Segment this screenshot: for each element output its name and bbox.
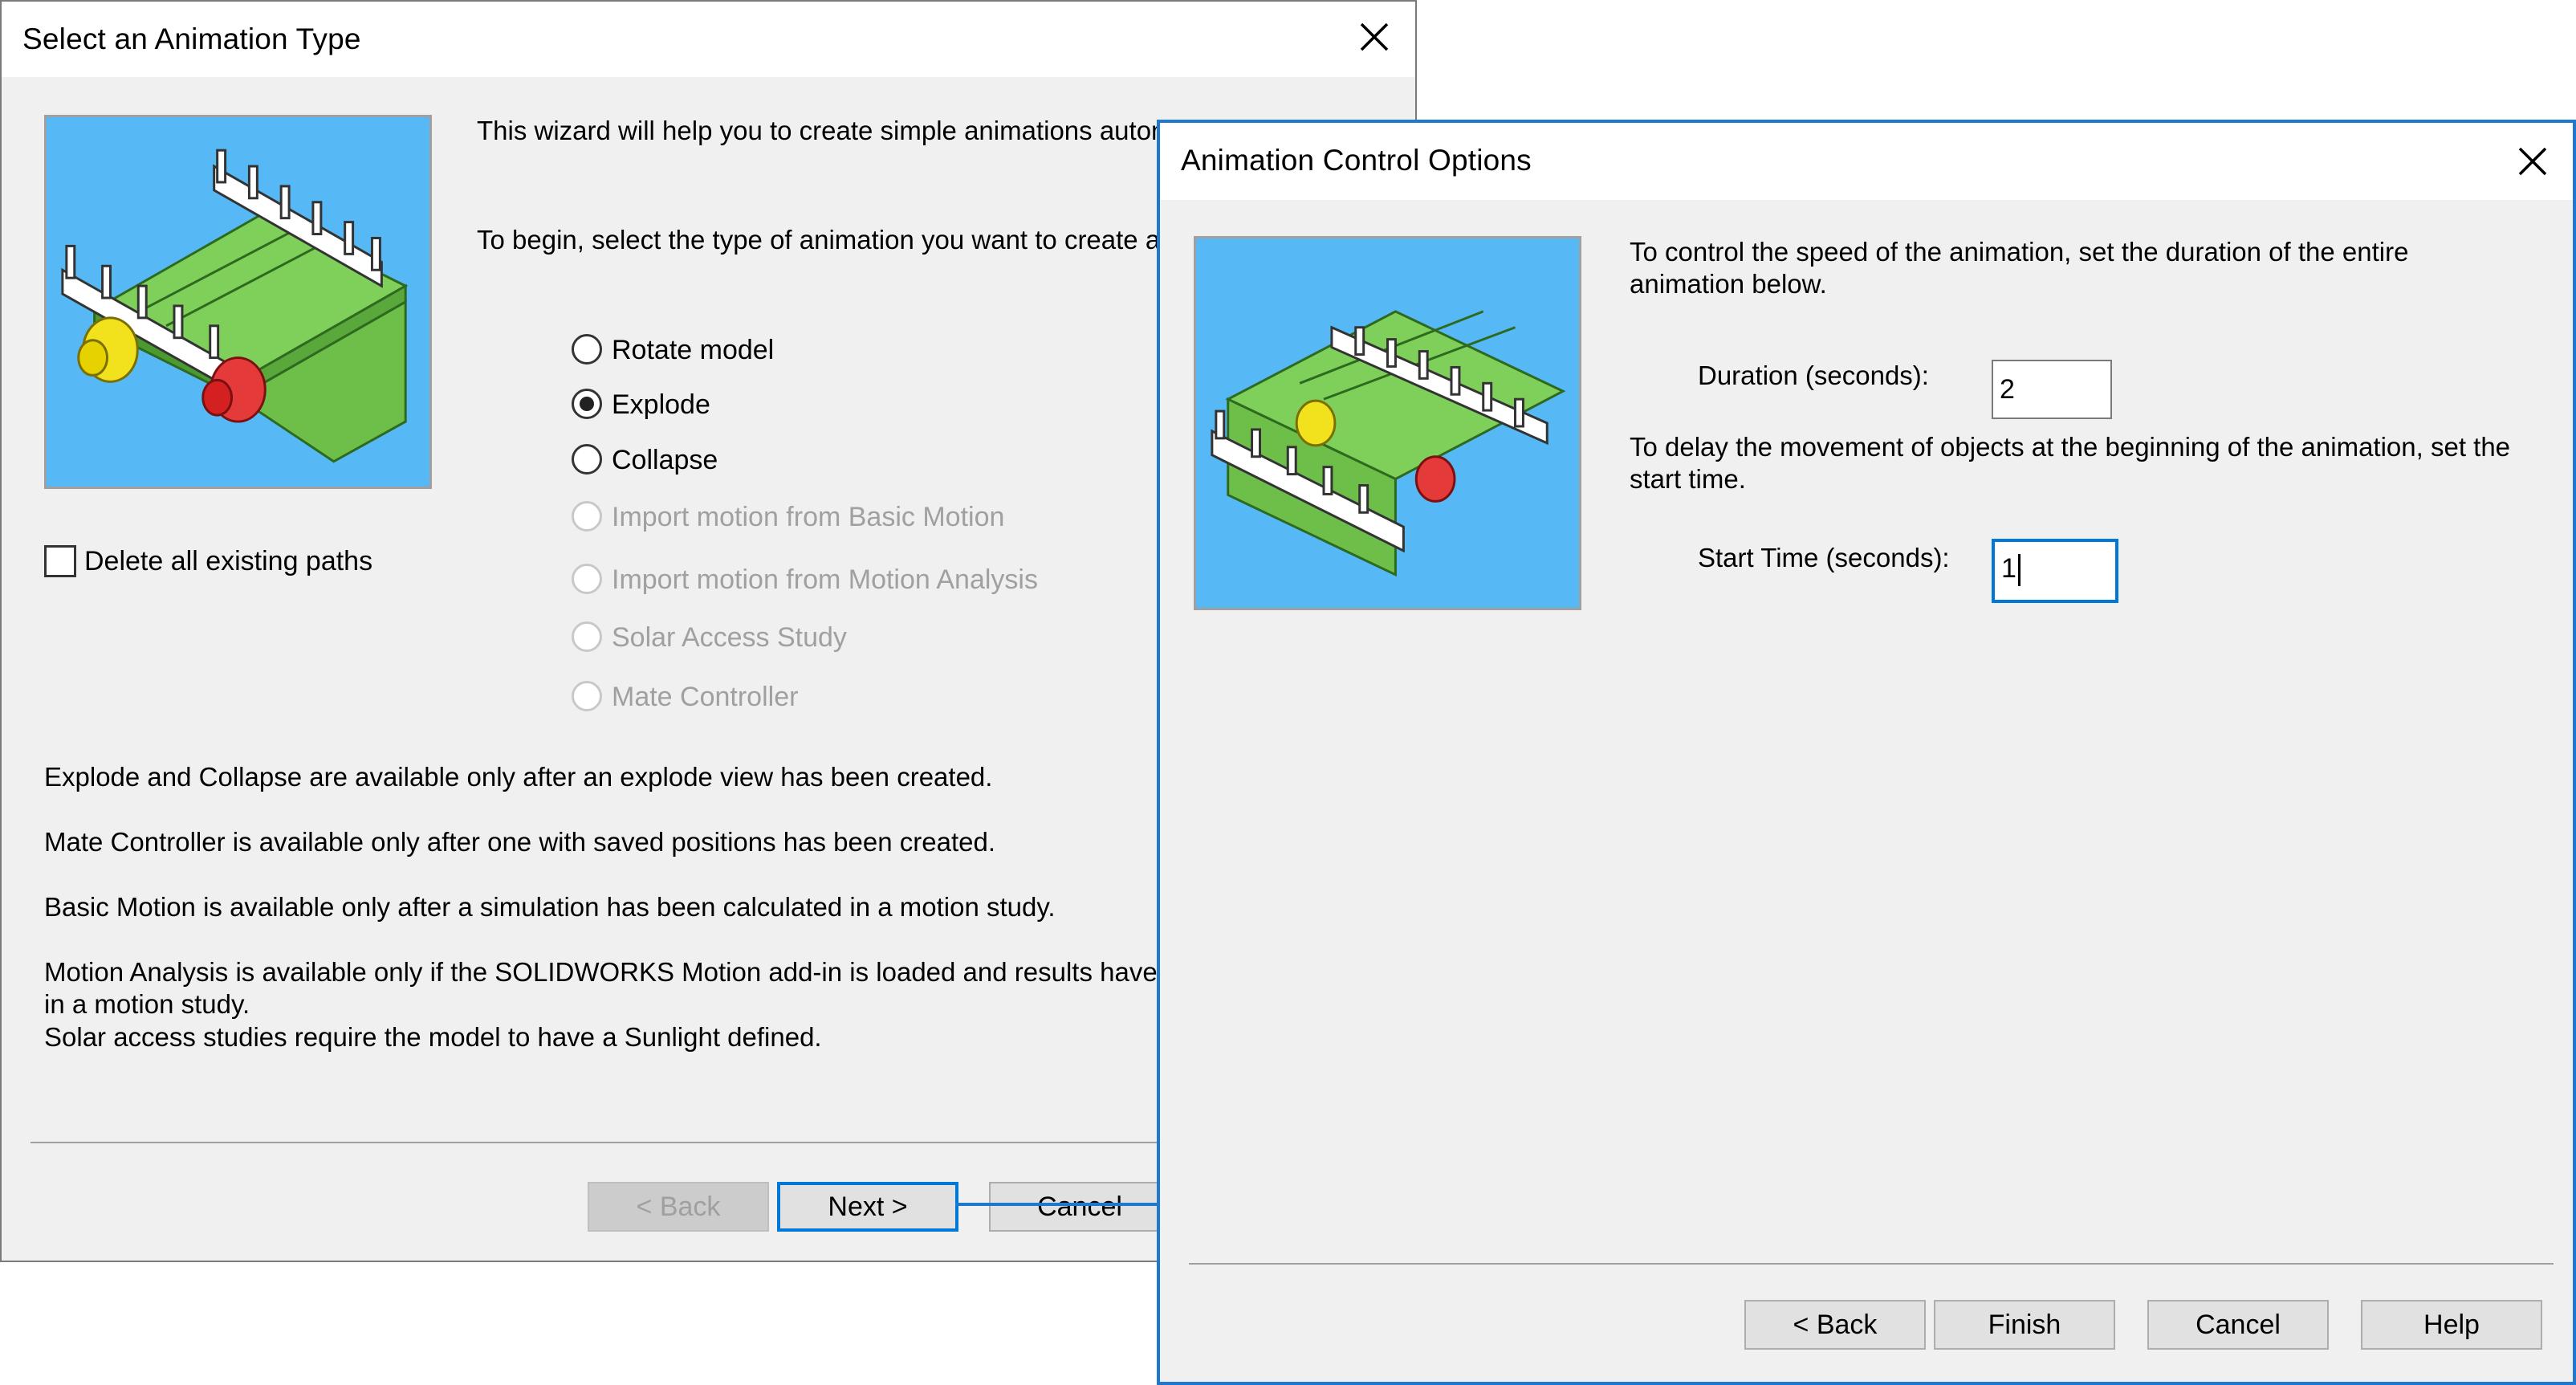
radio-button[interactable] bbox=[572, 444, 602, 475]
assembly-preview-icon bbox=[1194, 236, 1581, 610]
note-motion-analysis: Motion Analysis is available only if the… bbox=[44, 957, 1158, 987]
delay-instruction-text-2: start time. bbox=[1630, 464, 1746, 494]
start-time-field[interactable]: 1 bbox=[1992, 539, 2118, 603]
speed-instruction-text-2: animation below. bbox=[1630, 269, 1827, 299]
duration-label: Duration (seconds): bbox=[1698, 361, 1929, 390]
radio-label: Explode bbox=[612, 389, 710, 420]
delay-instruction-text: To delay the movement of objects at the … bbox=[1630, 432, 2511, 462]
callout-connector bbox=[955, 1203, 1160, 1206]
radio-label: Solar Access Study bbox=[612, 622, 847, 653]
dialog-title: Select an Animation Type bbox=[22, 22, 361, 55]
cancel-button[interactable]: Cancel bbox=[2147, 1300, 2329, 1350]
radio-button bbox=[572, 564, 602, 594]
radio-label: Import motion from Basic Motion bbox=[612, 502, 1005, 532]
radio-label: Rotate model bbox=[612, 335, 775, 365]
note-mate-controller: Mate Controller is available only after … bbox=[44, 827, 996, 857]
assembly-preview-icon bbox=[44, 115, 432, 489]
intro-text: This wizard will help you to create simp… bbox=[477, 116, 1174, 145]
title-bar: Select an Animation Type bbox=[2, 2, 1415, 77]
radio-button bbox=[572, 681, 602, 711]
next-button[interactable]: Next > bbox=[777, 1182, 958, 1232]
note-basic-motion: Basic Motion is available only after a s… bbox=[44, 892, 1056, 922]
duration-field[interactable]: 2 bbox=[1992, 360, 2112, 419]
title-bar: Animation Control Options bbox=[1160, 123, 2573, 200]
note-explode: Explode and Collapse are available only … bbox=[44, 762, 993, 792]
instruction-text: To begin, select the type of animation y… bbox=[477, 225, 1161, 255]
note-solar-access: Solar access studies require the model t… bbox=[44, 1022, 822, 1052]
cancel-button[interactable]: Cancel bbox=[989, 1182, 1170, 1232]
start-time-label: Start Time (seconds): bbox=[1698, 543, 1950, 572]
radio-label: Import motion from Motion Analysis bbox=[612, 564, 1038, 595]
help-button[interactable]: Help bbox=[2361, 1300, 2542, 1350]
start-time-value: 1 bbox=[2001, 553, 2016, 584]
checkbox[interactable] bbox=[44, 545, 76, 577]
back-button: < Back bbox=[588, 1182, 769, 1232]
checkbox-label: Delete all existing paths bbox=[84, 546, 373, 576]
radio-button bbox=[572, 621, 602, 652]
separator bbox=[1189, 1263, 2554, 1265]
back-button[interactable]: < Back bbox=[1744, 1300, 1926, 1350]
radio-label: Mate Controller bbox=[612, 682, 799, 712]
speed-instruction-text: To control the speed of the animation, s… bbox=[1630, 237, 2409, 267]
close-icon[interactable] bbox=[2509, 137, 2557, 185]
radio-button bbox=[572, 501, 602, 532]
radio-button[interactable] bbox=[572, 389, 602, 419]
radio-label: Collapse bbox=[612, 445, 718, 475]
finish-button[interactable]: Finish bbox=[1934, 1300, 2115, 1350]
dialog-title: Animation Control Options bbox=[1181, 144, 1532, 177]
close-icon[interactable] bbox=[1350, 13, 1398, 61]
note-motion-study: in a motion study. bbox=[44, 989, 250, 1019]
text-cursor bbox=[2017, 554, 2021, 587]
animation-control-options-dialog: Animation Control Options To control the… bbox=[1157, 120, 2576, 1385]
radio-button[interactable] bbox=[572, 334, 602, 365]
